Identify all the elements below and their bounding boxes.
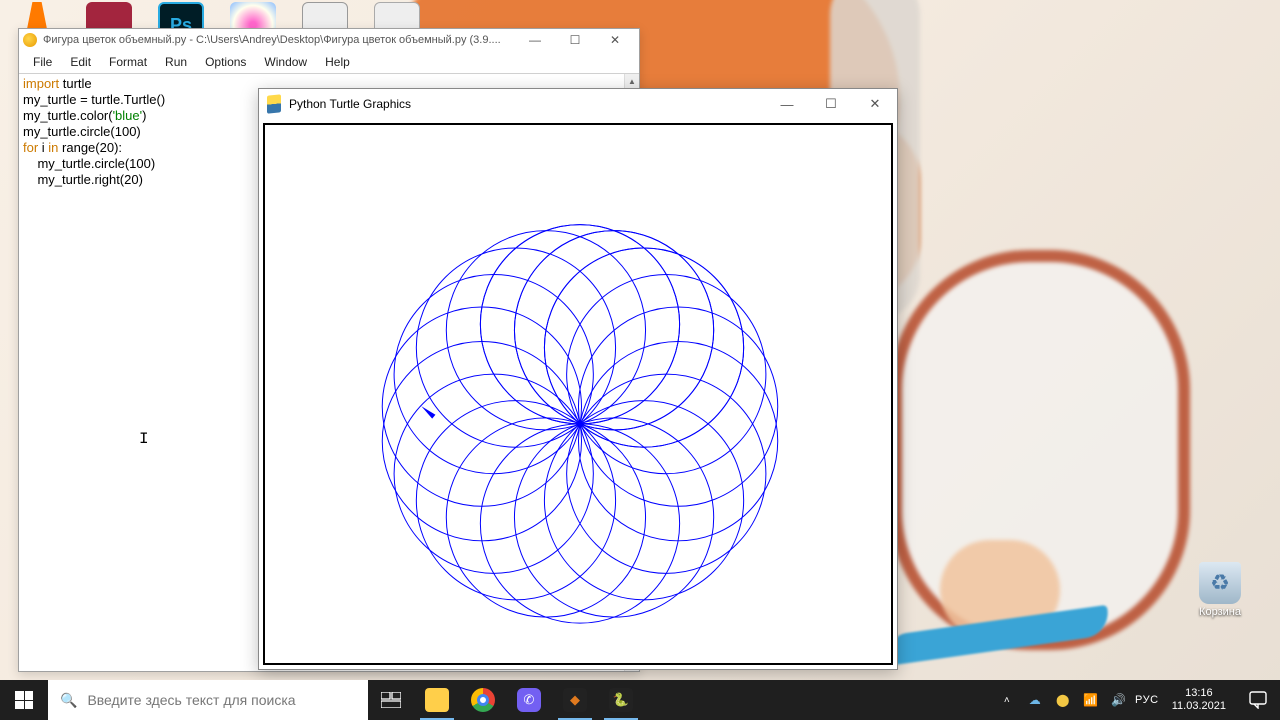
menu-edit[interactable]: Edit — [62, 53, 99, 71]
maximize-button[interactable]: ☐ — [555, 29, 595, 51]
code-text: i — [38, 140, 48, 155]
idle-menubar: File Edit Format Run Options Window Help — [19, 51, 639, 73]
folder-icon — [425, 688, 449, 712]
recycle-bin[interactable]: Корзина — [1190, 562, 1250, 618]
maximize-button[interactable]: ☐ — [809, 89, 853, 119]
turtle-drawing — [265, 125, 891, 663]
keyword-for: for — [23, 140, 38, 155]
search-icon: 🔍 — [60, 692, 77, 709]
scroll-up-arrow-icon[interactable]: ▲ — [625, 74, 639, 89]
language-indicator[interactable]: РУС — [1136, 680, 1158, 720]
taskbar-clock[interactable]: 13:16 11.03.2021 — [1164, 687, 1234, 713]
windows-logo-icon — [15, 691, 33, 709]
app-button[interactable]: ◆ — [552, 680, 598, 720]
python-icon: 🐍 — [609, 688, 633, 712]
recycle-bin-icon — [1199, 562, 1241, 604]
action-center-button[interactable] — [1240, 691, 1276, 709]
task-view-button[interactable] — [368, 680, 414, 720]
onedrive-icon[interactable]: ☁ — [1024, 680, 1046, 720]
string-literal: 'blue' — [113, 108, 143, 123]
volume-icon[interactable]: 🔊 — [1108, 680, 1130, 720]
app-icon: ◆ — [563, 688, 587, 712]
code-text: ) — [142, 108, 146, 123]
task-view-icon — [379, 688, 403, 712]
code-line: my_turtle.right(20) — [23, 172, 143, 187]
recycle-bin-label: Корзина — [1190, 606, 1250, 618]
idle-taskbar-button[interactable]: 🐍 — [598, 680, 644, 720]
code-text: range(20): — [58, 140, 122, 155]
keyword-in: in — [48, 140, 58, 155]
taskbar-search[interactable]: 🔍 Введите здесь текст для поиска — [48, 680, 368, 720]
turtle-window-title: Python Turtle Graphics — [289, 97, 765, 111]
code-line: my_turtle.circle(100) — [23, 124, 141, 139]
network-icon[interactable]: 📶 — [1080, 680, 1102, 720]
clock-date: 11.03.2021 — [1172, 700, 1226, 713]
search-placeholder: Введите здесь текст для поиска — [87, 692, 295, 708]
turtle-canvas — [263, 123, 893, 665]
python-file-icon — [23, 33, 37, 47]
menu-options[interactable]: Options — [197, 53, 254, 71]
security-icon[interactable]: ⬤ — [1052, 680, 1074, 720]
close-button[interactable]: ✕ — [595, 29, 635, 51]
menu-run[interactable]: Run — [157, 53, 195, 71]
menu-help[interactable]: Help — [317, 53, 358, 71]
system-tray: ˄ ☁ ⬤ 📶 🔊 РУС 13:16 11.03.2021 — [996, 680, 1280, 720]
text-cursor-icon: I — [139, 430, 149, 448]
chrome-icon — [471, 688, 495, 712]
code-text: turtle — [59, 76, 92, 91]
clock-time: 13:16 — [1172, 687, 1226, 700]
menu-window[interactable]: Window — [256, 53, 315, 71]
minimize-button[interactable]: — — [515, 29, 555, 51]
desktop: Ps Фигура цветок объемный.py - C:\Users\… — [0, 0, 1280, 720]
python-feather-icon — [267, 94, 281, 113]
close-button[interactable]: ✕ — [853, 89, 897, 119]
viber-button[interactable]: ✆ — [506, 680, 552, 720]
code-line: my_turtle.circle(100) — [23, 156, 155, 171]
turtle-graphics-window[interactable]: Python Turtle Graphics — ☐ ✕ — [258, 88, 898, 670]
taskbar: 🔍 Введите здесь текст для поиска ✆ ◆ 🐍 ˄… — [0, 680, 1280, 720]
keyword-import: import — [23, 76, 59, 91]
chrome-button[interactable] — [460, 680, 506, 720]
code-line: my_turtle = turtle.Turtle() — [23, 92, 165, 107]
file-explorer-button[interactable] — [414, 680, 460, 720]
turtle-titlebar[interactable]: Python Turtle Graphics — ☐ ✕ — [259, 89, 897, 119]
idle-titlebar[interactable]: Фигура цветок объемный.py - C:\Users\And… — [19, 29, 639, 51]
tray-overflow-button[interactable]: ˄ — [996, 680, 1018, 720]
menu-file[interactable]: File — [25, 53, 60, 71]
viber-icon: ✆ — [517, 688, 541, 712]
start-button[interactable] — [0, 680, 48, 720]
notification-icon — [1249, 691, 1267, 709]
menu-format[interactable]: Format — [101, 53, 155, 71]
idle-window-title: Фигура цветок объемный.py - C:\Users\And… — [43, 34, 515, 46]
code-text: my_turtle.color( — [23, 108, 113, 123]
minimize-button[interactable]: — — [765, 89, 809, 119]
